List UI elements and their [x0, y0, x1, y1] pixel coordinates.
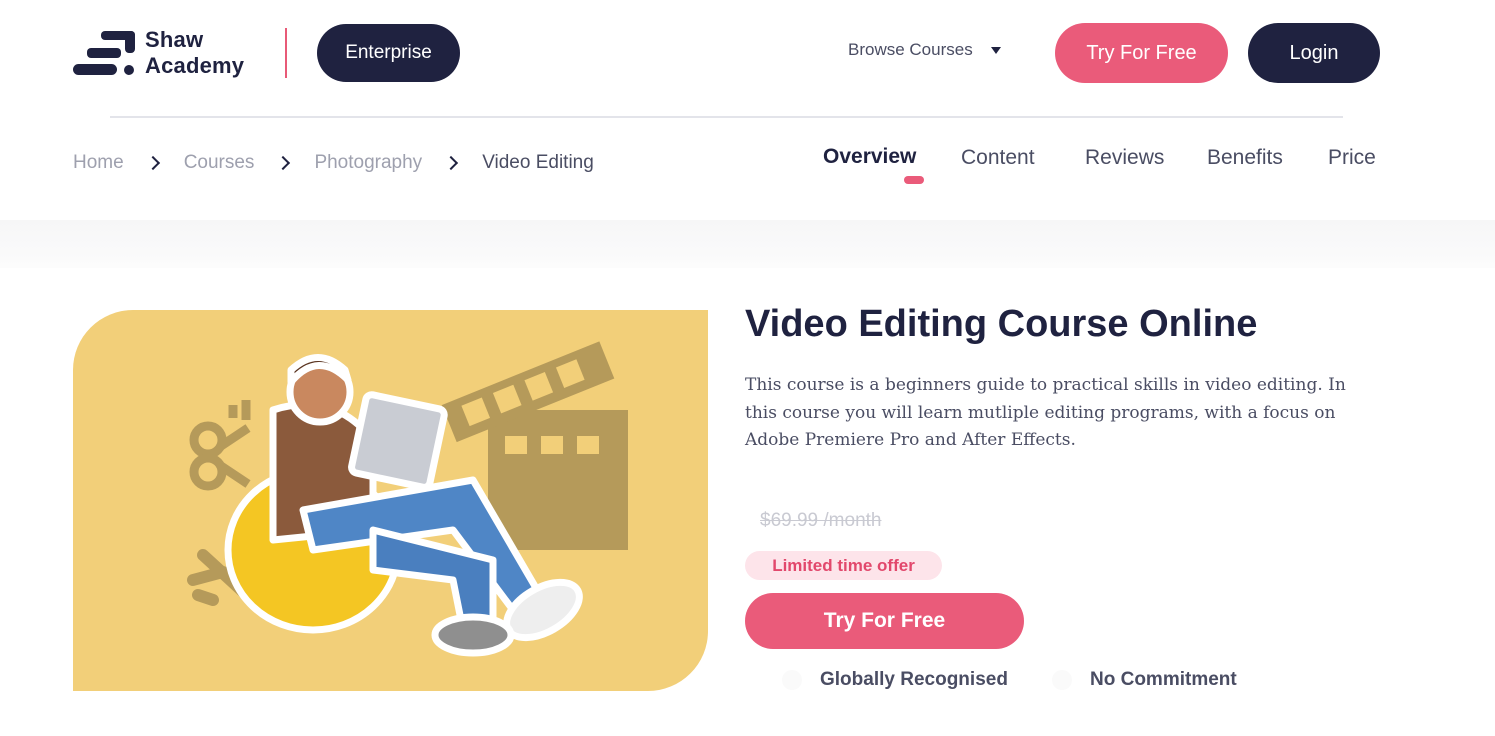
feature-label: Globally Recognised [820, 669, 1008, 690]
breadcrumb-current: Video Editing [482, 152, 594, 173]
section-tabs: Overview Content Reviews Benefits Price [823, 145, 1383, 196]
logo-name-line2: Academy [145, 53, 245, 78]
chevron-right-icon [444, 155, 459, 171]
enterprise-button[interactable]: Enterprise [317, 24, 460, 82]
check-icon [1052, 670, 1072, 690]
scissors-icon [189, 400, 251, 491]
feature-no-commitment: No Commitment [1052, 669, 1237, 691]
shaw-academy-logo-icon [73, 29, 135, 77]
globe-icon [782, 670, 802, 690]
logo-wordmark: Shaw Academy [145, 27, 244, 79]
try-for-free-button[interactable]: Try For Free [745, 593, 1024, 649]
tab-reviews[interactable]: Reviews [1085, 146, 1164, 170]
course-description: This course is a beginners guide to prac… [745, 375, 1346, 450]
site-header: Shaw Academy Enterprise Browse Courses T… [0, 0, 1495, 116]
feature-globally-recognised: Globally Recognised [782, 669, 1008, 691]
browse-courses-dropdown[interactable]: Browse Courses [848, 40, 1001, 60]
course-title: Video Editing Course Online [745, 303, 1258, 345]
login-button[interactable]: Login [1248, 23, 1380, 83]
active-tab-indicator [904, 176, 924, 184]
try-for-free-header-button[interactable]: Try For Free [1055, 23, 1228, 83]
course-hero-image [73, 310, 708, 691]
old-price: $69.99 /month [760, 510, 882, 531]
tab-price[interactable]: Price [1328, 146, 1376, 170]
logo-divider [285, 28, 287, 78]
tab-benefits[interactable]: Benefits [1207, 146, 1283, 170]
breadcrumb-home[interactable]: Home [73, 152, 124, 174]
hero-illustration [187, 341, 628, 657]
tab-content[interactable]: Content [961, 146, 1035, 170]
section-separator-band [0, 220, 1495, 268]
tab-overview[interactable]: Overview [823, 145, 916, 169]
breadcrumb-courses[interactable]: Courses [184, 152, 255, 174]
chevron-right-icon [145, 155, 160, 171]
shaw-academy-logo[interactable]: Shaw Academy [73, 27, 263, 79]
limited-offer-badge: Limited time offer [745, 551, 942, 580]
logo-name-line1: Shaw [145, 27, 204, 52]
browse-courses-label: Browse Courses [848, 40, 973, 59]
chevron-right-icon [276, 155, 291, 171]
caret-down-icon [990, 46, 1001, 54]
breadcrumb: Home Courses Photography Video Editing [73, 152, 594, 174]
feature-label: No Commitment [1090, 669, 1237, 690]
breadcrumb-photography[interactable]: Photography [314, 152, 422, 174]
course-subnav: Home Courses Photography Video Editing O… [0, 118, 1495, 220]
